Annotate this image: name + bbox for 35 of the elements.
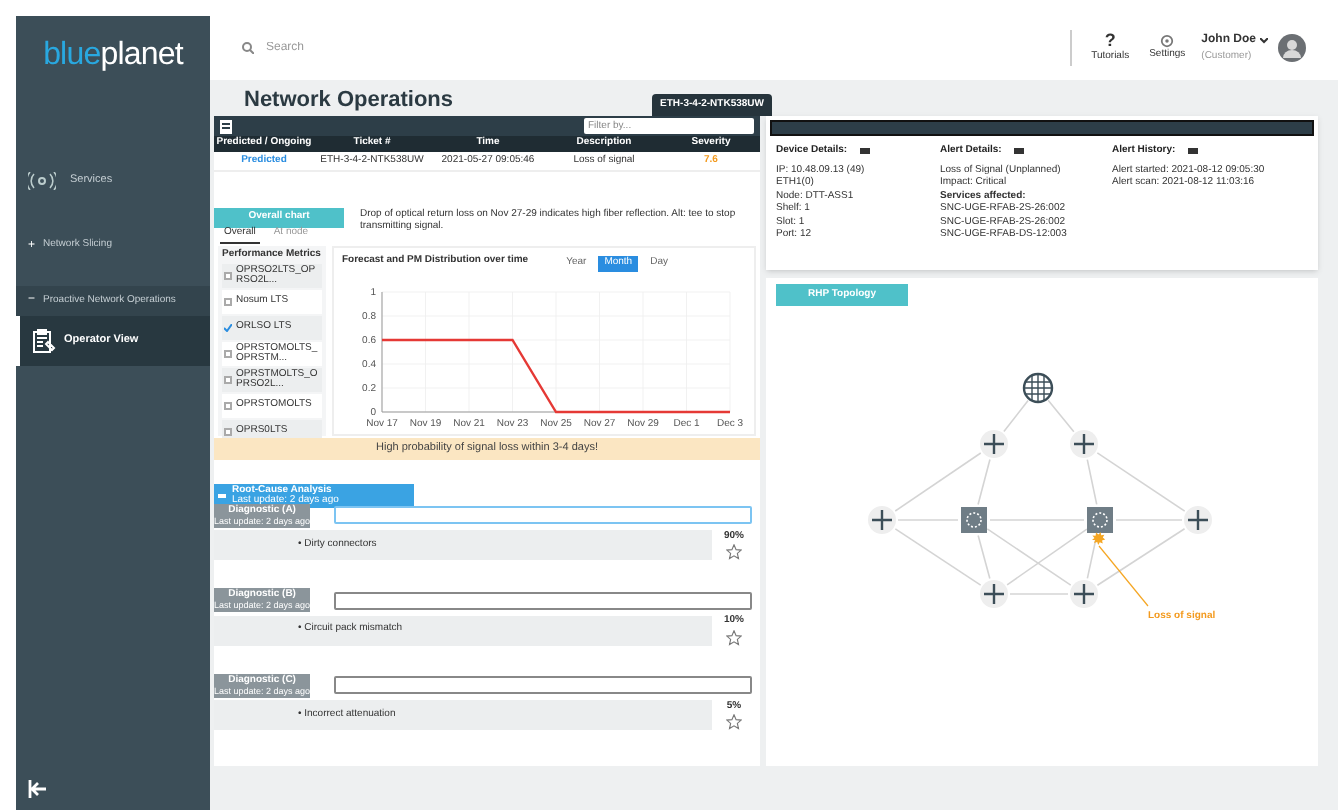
checkbox[interactable] bbox=[224, 298, 232, 306]
connection-line bbox=[1115, 519, 1183, 521]
search-icon bbox=[242, 42, 254, 54]
comment-field[interactable] bbox=[334, 591, 753, 610]
checkbox[interactable] bbox=[224, 350, 232, 358]
toggle-icon[interactable] bbox=[859, 148, 870, 155]
settings-icon[interactable] bbox=[1160, 33, 1175, 48]
checkbox[interactable] bbox=[224, 272, 232, 280]
comment-field[interactable] bbox=[334, 506, 753, 525]
checkbox[interactable] bbox=[224, 402, 232, 410]
signal-icon[interactable] bbox=[28, 172, 56, 190]
checkbox[interactable] bbox=[224, 376, 232, 384]
switch-icon bbox=[1087, 507, 1113, 533]
logo[interactable]: blueplanet bbox=[43, 32, 183, 80]
star-icon[interactable] bbox=[726, 544, 742, 561]
connection-line bbox=[1047, 399, 1075, 433]
star-icon[interactable] bbox=[726, 714, 742, 731]
avatar[interactable] bbox=[1278, 34, 1306, 62]
star-icon[interactable] bbox=[726, 629, 742, 646]
caret-icon[interactable] bbox=[1260, 37, 1268, 44]
page-title: Network Operations bbox=[244, 90, 454, 112]
tutorials-icon[interactable]: ? bbox=[1104, 31, 1116, 50]
connection-line bbox=[1009, 593, 1069, 595]
comment-field[interactable] bbox=[334, 676, 753, 695]
checkbox[interactable] bbox=[224, 324, 232, 332]
toggle-icon[interactable] bbox=[1187, 148, 1198, 155]
leader-line bbox=[1098, 545, 1149, 607]
document-icon[interactable] bbox=[220, 119, 232, 133]
checkbox[interactable] bbox=[224, 428, 232, 436]
toggle-icon[interactable] bbox=[1013, 148, 1024, 155]
clipboard-icon[interactable] bbox=[32, 328, 56, 354]
connection-line bbox=[989, 519, 1085, 521]
connection-line bbox=[1003, 399, 1029, 433]
logout-icon[interactable] bbox=[28, 780, 48, 798]
connection-line bbox=[897, 519, 959, 521]
